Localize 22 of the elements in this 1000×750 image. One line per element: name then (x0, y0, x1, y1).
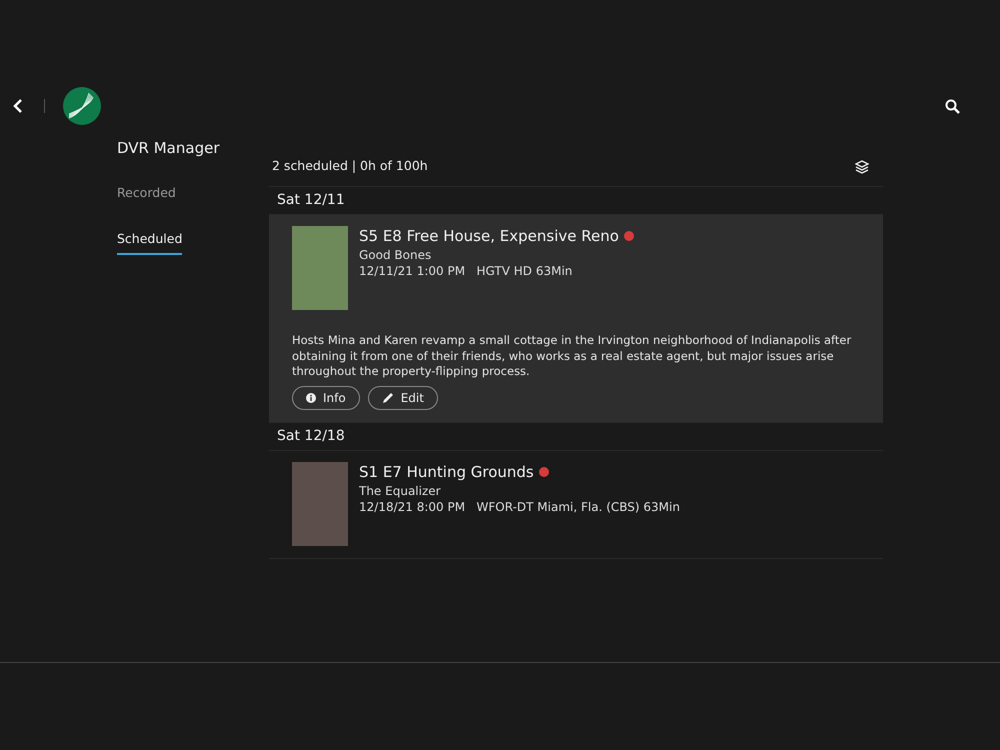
back-icon[interactable] (12, 98, 24, 114)
recording-card[interactable]: S1 E7 Hunting Grounds The Equalizer 12/18/21 8:00 PM WFOR-DT Miami, Fla. (CBS) 63Min (269, 450, 883, 558)
air-details: 12/11/21 1:00 PM HGTV HD 63Min (359, 263, 574, 279)
pencil-icon (382, 392, 394, 404)
episode-title: S5 E8 Free House, Expensive Reno (359, 226, 619, 246)
show-name: Good Bones (359, 247, 432, 263)
episode-title: S1 E7 Hunting Grounds (359, 462, 534, 482)
date-heading: Sat 12/18 (269, 422, 883, 450)
page-title: DVR Manager (117, 138, 220, 158)
edit-button[interactable]: Edit (368, 386, 438, 410)
logo-icon (63, 87, 101, 125)
search-icon[interactable] (945, 98, 960, 114)
nav-tab[interactable]: Scheduled (117, 230, 182, 254)
nav-tab[interactable]: Recorded (117, 184, 176, 209)
air-details: 12/18/21 8:00 PM WFOR-DT Miami, Fla. (CBS) 63Min (359, 498, 680, 514)
show-name: The Equalizer (359, 482, 442, 498)
recording-card[interactable] (269, 215, 883, 422)
info-button[interactable]: Info (292, 386, 360, 410)
info-icon (306, 392, 316, 402)
layers-icon[interactable] (855, 160, 869, 174)
episode-description: Hosts Mina and Karen revamp a small cottage in the Irvington neighborhood of Indianapolis after obtaining it from one of their friends, who works as a real estate agent, but major issues arise throughout the property-flipping process. (292, 333, 852, 380)
schedule-summary: 2 scheduled | 0h of 100h (272, 157, 428, 176)
